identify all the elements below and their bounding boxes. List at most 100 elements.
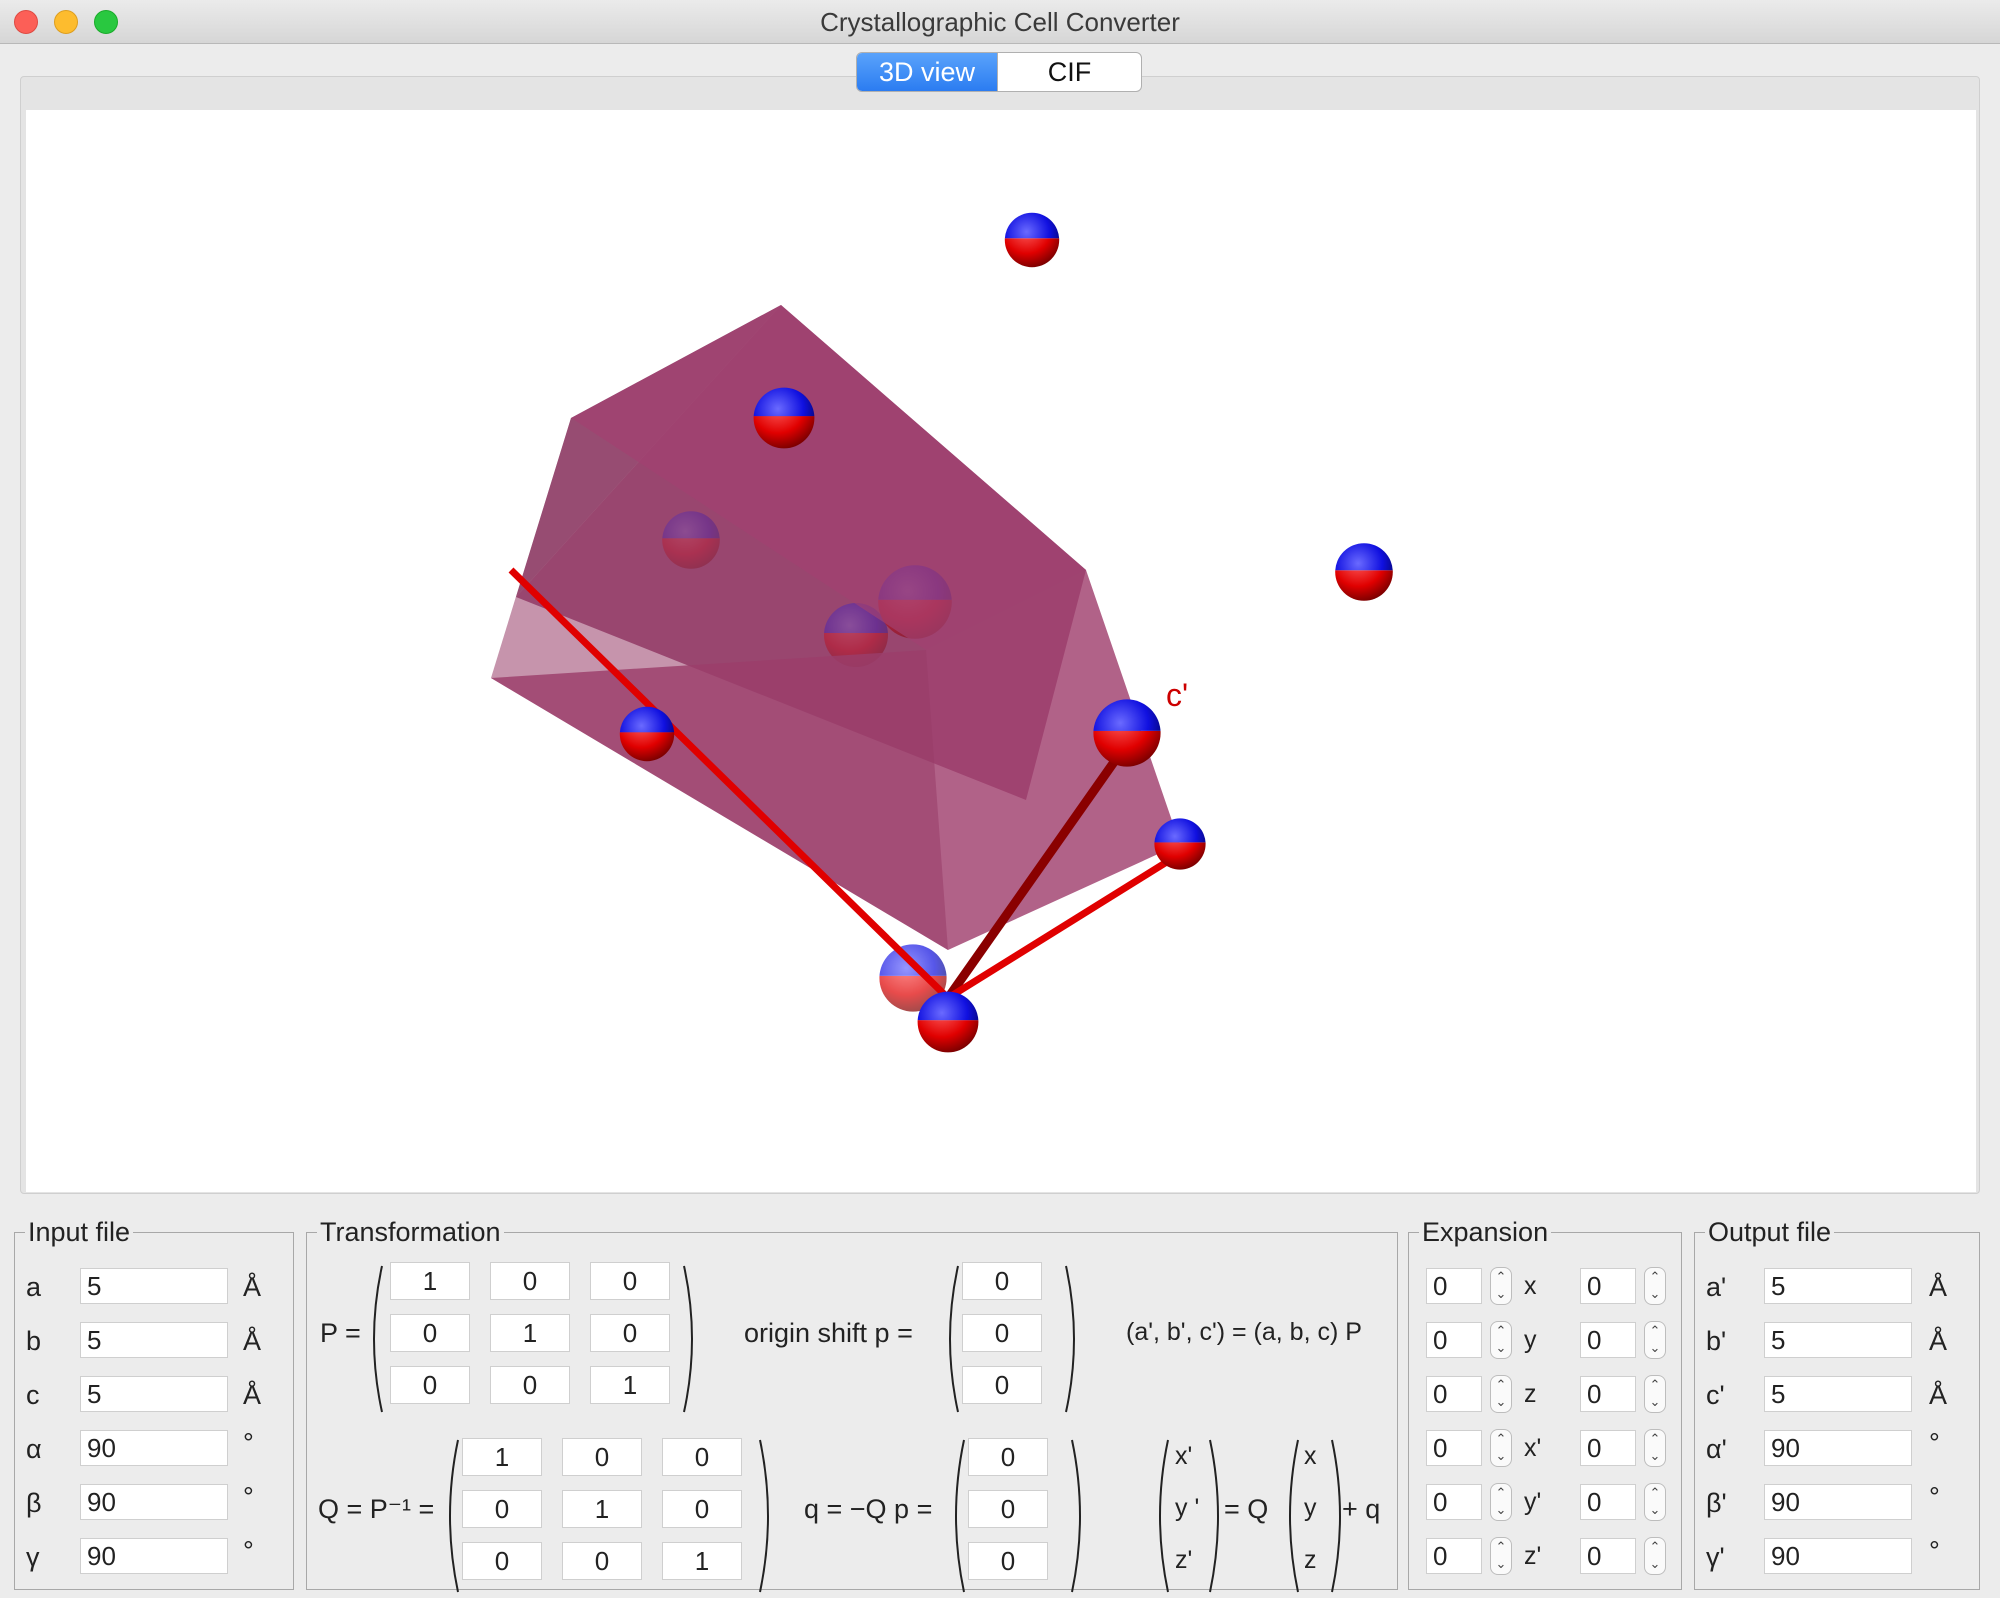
expansion-min-0[interactable]: 0 [1426,1268,1482,1304]
expansion-max-4[interactable]: 0 [1580,1484,1636,1520]
tab-cif-view[interactable]: CIF view [997,53,1141,91]
q_matrix-cell-2-1[interactable]: 0 [562,1542,642,1580]
expansion-min-stepper-4[interactable]: ⌃ ⌄ [1490,1483,1512,1521]
q_matrix-cell-2-2[interactable]: 1 [662,1542,742,1580]
input-field-2[interactable]: 5 [80,1376,228,1412]
p_matrix-cell-2-0[interactable]: 0 [390,1366,470,1404]
input-unit-2: Å [243,1380,262,1410]
output-label-4: β' [1706,1488,1727,1518]
p_matrix-cell-0-0[interactable]: 1 [390,1262,470,1300]
q_matrix-cell-1-2[interactable]: 0 [662,1490,742,1528]
output-label-5: γ' [1706,1542,1725,1572]
3d-viewport[interactable]: c' [26,110,1976,1192]
expansion-axis-label-3: x' [1524,1434,1542,1462]
p-vector-paren-right [1065,1265,1075,1413]
q_vector-cell-2[interactable]: 0 [968,1542,1048,1580]
atom-corner-3 [1335,543,1393,601]
q-vector-label: q = −Q p = [804,1494,933,1524]
expansion-max-stepper-2[interactable]: ⌃ ⌄ [1644,1375,1666,1413]
rhs-coord-2: z [1304,1546,1317,1574]
p_matrix-cell-1-1[interactable]: 1 [490,1314,570,1352]
input-field-4[interactable]: 90 [80,1484,228,1520]
output-field-0[interactable]: 5 [1764,1268,1912,1304]
q-matrix-paren-right [759,1439,769,1593]
expansion-max-stepper-5[interactable]: ⌃ ⌄ [1644,1537,1666,1575]
expansion-min-3[interactable]: 0 [1426,1430,1482,1466]
input-field-3[interactable]: 90 [80,1430,228,1466]
expansion-axis-label-5: z' [1524,1542,1542,1570]
p_matrix-cell-0-1[interactable]: 0 [490,1262,570,1300]
input-label-5: γ [26,1542,40,1572]
input-label-0: a [26,1272,42,1302]
title-bar: Crystallographic Cell Converter [0,0,2000,44]
output-field-2[interactable]: 5 [1764,1376,1912,1412]
output-label-0: a' [1706,1272,1727,1302]
q_vector-cell-1[interactable]: 0 [968,1490,1048,1528]
expansion-max-5[interactable]: 0 [1580,1538,1636,1574]
p_matrix-cell-2-2[interactable]: 1 [590,1366,670,1404]
q_matrix-cell-1-0[interactable]: 0 [462,1490,542,1528]
expansion-min-2[interactable]: 0 [1426,1376,1482,1412]
input-field-0[interactable]: 5 [80,1268,228,1304]
expansion-max-stepper-3[interactable]: ⌃ ⌄ [1644,1429,1666,1467]
expansion-max-stepper-0[interactable]: ⌃ ⌄ [1644,1267,1666,1305]
input-label-1: b [26,1326,42,1356]
q_matrix-cell-0-0[interactable]: 1 [462,1438,542,1476]
lhs-coord-2: z' [1175,1546,1193,1574]
expansion-min-stepper-0[interactable]: ⌃ ⌄ [1490,1267,1512,1305]
q_vector-cell-0[interactable]: 0 [968,1438,1048,1476]
p-vector-paren-left [949,1265,959,1413]
output-unit-2: Å [1929,1380,1948,1410]
input-label-4: β [26,1488,42,1518]
output-unit-3: ° [1929,1428,1940,1458]
input-unit-4: ° [243,1482,254,1512]
output-field-4[interactable]: 90 [1764,1484,1912,1520]
p_vector-cell-0[interactable]: 0 [962,1262,1042,1300]
p_matrix-cell-1-0[interactable]: 0 [390,1314,470,1352]
expansion-min-stepper-2[interactable]: ⌃ ⌄ [1490,1375,1512,1413]
expansion-axis-label-2: z [1524,1380,1537,1408]
expansion-min-5[interactable]: 0 [1426,1538,1482,1574]
output-label-3: α' [1706,1434,1727,1464]
expansion-min-1[interactable]: 0 [1426,1322,1482,1358]
expansion-axis-label-0: x [1524,1272,1537,1300]
expansion-max-3[interactable]: 0 [1580,1430,1636,1466]
origin-shift-label: origin shift p = [744,1318,913,1348]
expansion-max-1[interactable]: 0 [1580,1322,1636,1358]
expansion-max-2[interactable]: 0 [1580,1376,1636,1412]
atom-corner-2 [754,388,815,449]
output-field-5[interactable]: 90 [1764,1538,1912,1574]
output-field-1[interactable]: 5 [1764,1322,1912,1358]
expansion-legend: Expansion [1419,1217,1552,1248]
expansion-max-stepper-4[interactable]: ⌃ ⌄ [1644,1483,1666,1521]
input-unit-3: ° [243,1428,254,1458]
expansion-max-stepper-1[interactable]: ⌃ ⌄ [1644,1321,1666,1359]
output-unit-1: Å [1929,1326,1948,1356]
p_matrix-cell-0-2[interactable]: 0 [590,1262,670,1300]
atom-corner-4 [620,707,674,761]
q_matrix-cell-0-2[interactable]: 0 [662,1438,742,1476]
p_vector-cell-2[interactable]: 0 [962,1366,1042,1404]
input-file-legend: Input file [25,1217,134,1248]
expansion-min-4[interactable]: 0 [1426,1484,1482,1520]
expansion-min-stepper-5[interactable]: ⌃ ⌄ [1490,1537,1512,1575]
p_matrix-cell-2-1[interactable]: 0 [490,1366,570,1404]
expansion-min-stepper-1[interactable]: ⌃ ⌄ [1490,1321,1512,1359]
lhs-coord-1: y ' [1175,1494,1200,1522]
cell-relation-text: (a', b', c') = (a, b, c) P [1126,1318,1362,1346]
input-field-1[interactable]: 5 [80,1322,228,1358]
tab-3d-view[interactable]: 3D view [857,53,997,91]
input-field-5[interactable]: 90 [80,1538,228,1574]
q-vector-paren-left [955,1439,965,1593]
input-unit-5: ° [243,1536,254,1566]
expansion-min-stepper-3[interactable]: ⌃ ⌄ [1490,1429,1512,1467]
p_vector-cell-1[interactable]: 0 [962,1314,1042,1352]
p-matrix-paren-left [373,1265,383,1413]
equals-q-label: = Q [1224,1494,1269,1524]
p_matrix-cell-1-2[interactable]: 0 [590,1314,670,1352]
q_matrix-cell-2-0[interactable]: 0 [462,1542,542,1580]
q_matrix-cell-0-1[interactable]: 0 [562,1438,642,1476]
expansion-max-0[interactable]: 0 [1580,1268,1636,1304]
output-field-3[interactable]: 90 [1764,1430,1912,1466]
q_matrix-cell-1-1[interactable]: 1 [562,1490,642,1528]
